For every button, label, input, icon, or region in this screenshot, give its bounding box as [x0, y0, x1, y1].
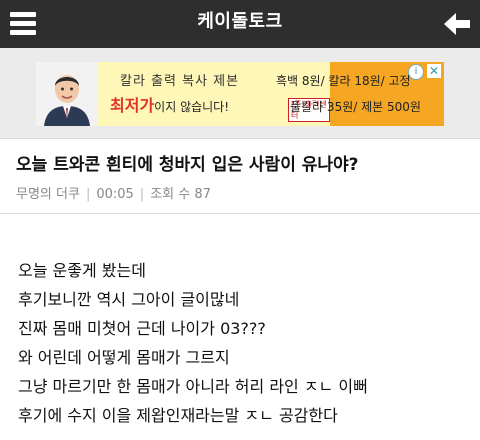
top-bar: 케이돌토크	[0, 0, 480, 48]
close-icon[interactable]: ✕	[427, 64, 441, 78]
post-time: 00:05	[96, 187, 134, 202]
post-body-line: 진짜 몸매 미쳣어 근데 나이가 03???	[18, 319, 266, 338]
post-body-line: 후기보니깐 역시 그아이 글이많네	[18, 290, 240, 309]
post-title: 오늘 트와콘 흰티에 청바지 입은 사람이 유나야?	[16, 155, 359, 175]
post-meta: 무명의 더쿠 | 00:05 | 조회 수 87	[16, 187, 211, 202]
post-body-line: 그냥 마르기만 한 몸매가 아니라 허리 라인 ㅈㄴ 이뻐	[18, 377, 368, 396]
ad-person-image	[36, 62, 98, 126]
ad-banner-area: 칼라 출력 복사 제본 최저가이지 않습니다! (주)출력센터 흑백 8원/ 칼…	[0, 48, 480, 139]
ad-headline: 칼라 출력 복사 제본	[120, 74, 240, 89]
back-arrow-icon[interactable]	[442, 10, 472, 38]
post-body-line: 오늘 운좋게 봤는데	[18, 261, 146, 280]
ad-banner[interactable]: 칼라 출력 복사 제본 최저가이지 않습니다! (주)출력센터 흑백 8원/ 칼…	[36, 62, 444, 126]
post-body-line: 후기에 수지 이을 제왑인재라는말 ㅈㄴ 공감한다	[18, 406, 338, 425]
info-icon[interactable]: i	[408, 64, 424, 80]
app-title: 케이돌토크	[197, 11, 283, 32]
ad-slogan-highlight: 최저가	[110, 96, 155, 115]
divider	[0, 213, 480, 214]
ad-slogan: 최저가이지 않습니다!	[110, 92, 229, 116]
ad-price-line-2: 풀칼라 35원/ 제본 500원	[290, 100, 421, 114]
post-author: 무명의 더쿠	[16, 187, 80, 202]
post-body-line: 와 어린데 어떻게 몸매가 그르지	[18, 348, 230, 367]
post-views: 조회 수 87	[150, 187, 211, 202]
ad-slogan-rest: 이지 않습니다!	[154, 100, 230, 114]
post-body: 오늘 운좋게 봤는데 후기보니깐 역시 그아이 글이많네 진짜 몸매 미쳣어 근…	[18, 256, 368, 430]
